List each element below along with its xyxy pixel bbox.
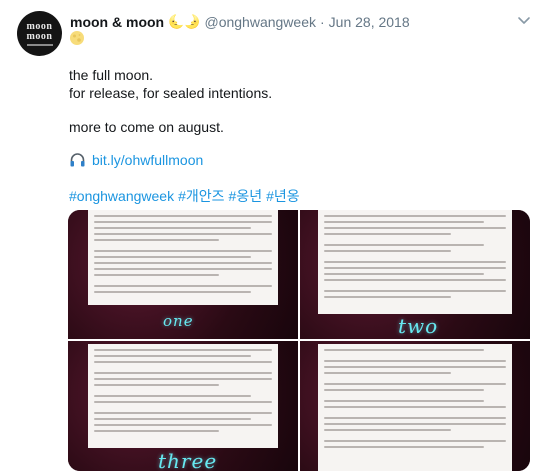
- document-page: [318, 210, 512, 314]
- image-caption: one: [163, 312, 194, 330]
- hashtag[interactable]: #년옹: [266, 188, 300, 204]
- chevron-down-icon[interactable]: [516, 12, 532, 28]
- tweet-date[interactable]: Jun 28, 2018: [329, 14, 410, 30]
- hashtag[interactable]: #옹년: [229, 188, 263, 204]
- hashtag[interactable]: #개안즈: [178, 188, 224, 204]
- tweet-text-line-2: for release, for sealed intentions.: [69, 85, 273, 101]
- name-emoji: 🌜🌛: [168, 14, 201, 29]
- hashtag[interactable]: #onghwangweek: [69, 188, 174, 204]
- tweet-text-line-1: the full moon.: [69, 67, 154, 83]
- tweet[interactable]: moon moon moon & moon 🌜🌛 @onghwangweek ·…: [0, 0, 541, 476]
- image-caption: two: [398, 314, 439, 338]
- avatar[interactable]: moon moon: [17, 11, 62, 56]
- document-page: [318, 344, 512, 471]
- image-caption: three: [158, 449, 218, 471]
- full-moon-icon: [70, 31, 84, 45]
- media-image-4[interactable]: [300, 341, 530, 471]
- document-page: [88, 210, 278, 305]
- user-handle[interactable]: @onghwangweek: [204, 14, 316, 30]
- avatar-underline: [26, 43, 53, 46]
- media-image-1[interactable]: one: [68, 210, 298, 339]
- header-separator: ·: [320, 14, 325, 30]
- tweet-text-line-3: more to come on august.: [69, 119, 224, 135]
- tweet-header: moon & moon 🌜🌛 @onghwangweek · Jun 28, 2…: [70, 13, 410, 31]
- media-grid: one two three: [68, 210, 530, 471]
- link-row: bit.ly/ohwfullmoon: [69, 152, 203, 168]
- document-page: [88, 344, 278, 448]
- display-name[interactable]: moon & moon: [70, 14, 164, 30]
- avatar-text-bottom: moon: [26, 30, 53, 42]
- short-link[interactable]: bit.ly/ohwfullmoon: [92, 152, 203, 168]
- media-image-3[interactable]: three: [68, 341, 298, 471]
- avatar-text-top: moon: [26, 20, 53, 32]
- hashtag-list: #onghwangweek #개안즈 #옹년 #년옹: [69, 186, 304, 206]
- headphones-icon: [70, 153, 85, 167]
- media-image-2[interactable]: two: [300, 210, 530, 339]
